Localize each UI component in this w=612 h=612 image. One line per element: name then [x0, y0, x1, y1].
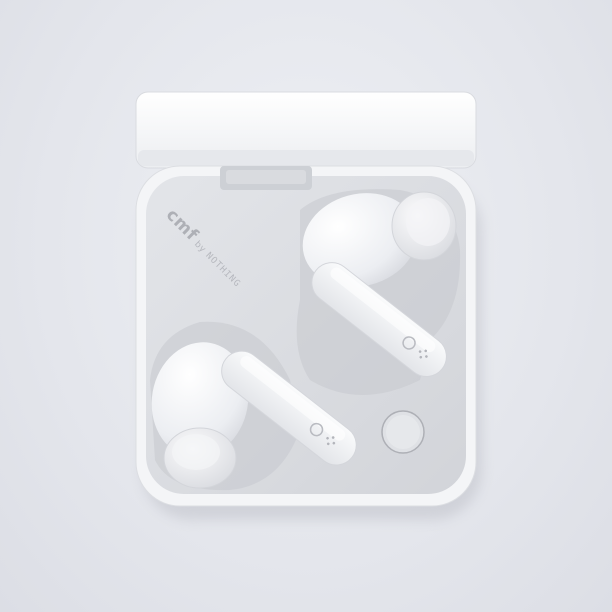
case-hinge-inner — [226, 170, 306, 184]
pairing-button-face — [386, 415, 420, 449]
product-photo: cmfbyNOTHING — [0, 0, 612, 612]
earbuds-case-illustration — [135, 91, 482, 520]
case-lid — [135, 91, 477, 169]
